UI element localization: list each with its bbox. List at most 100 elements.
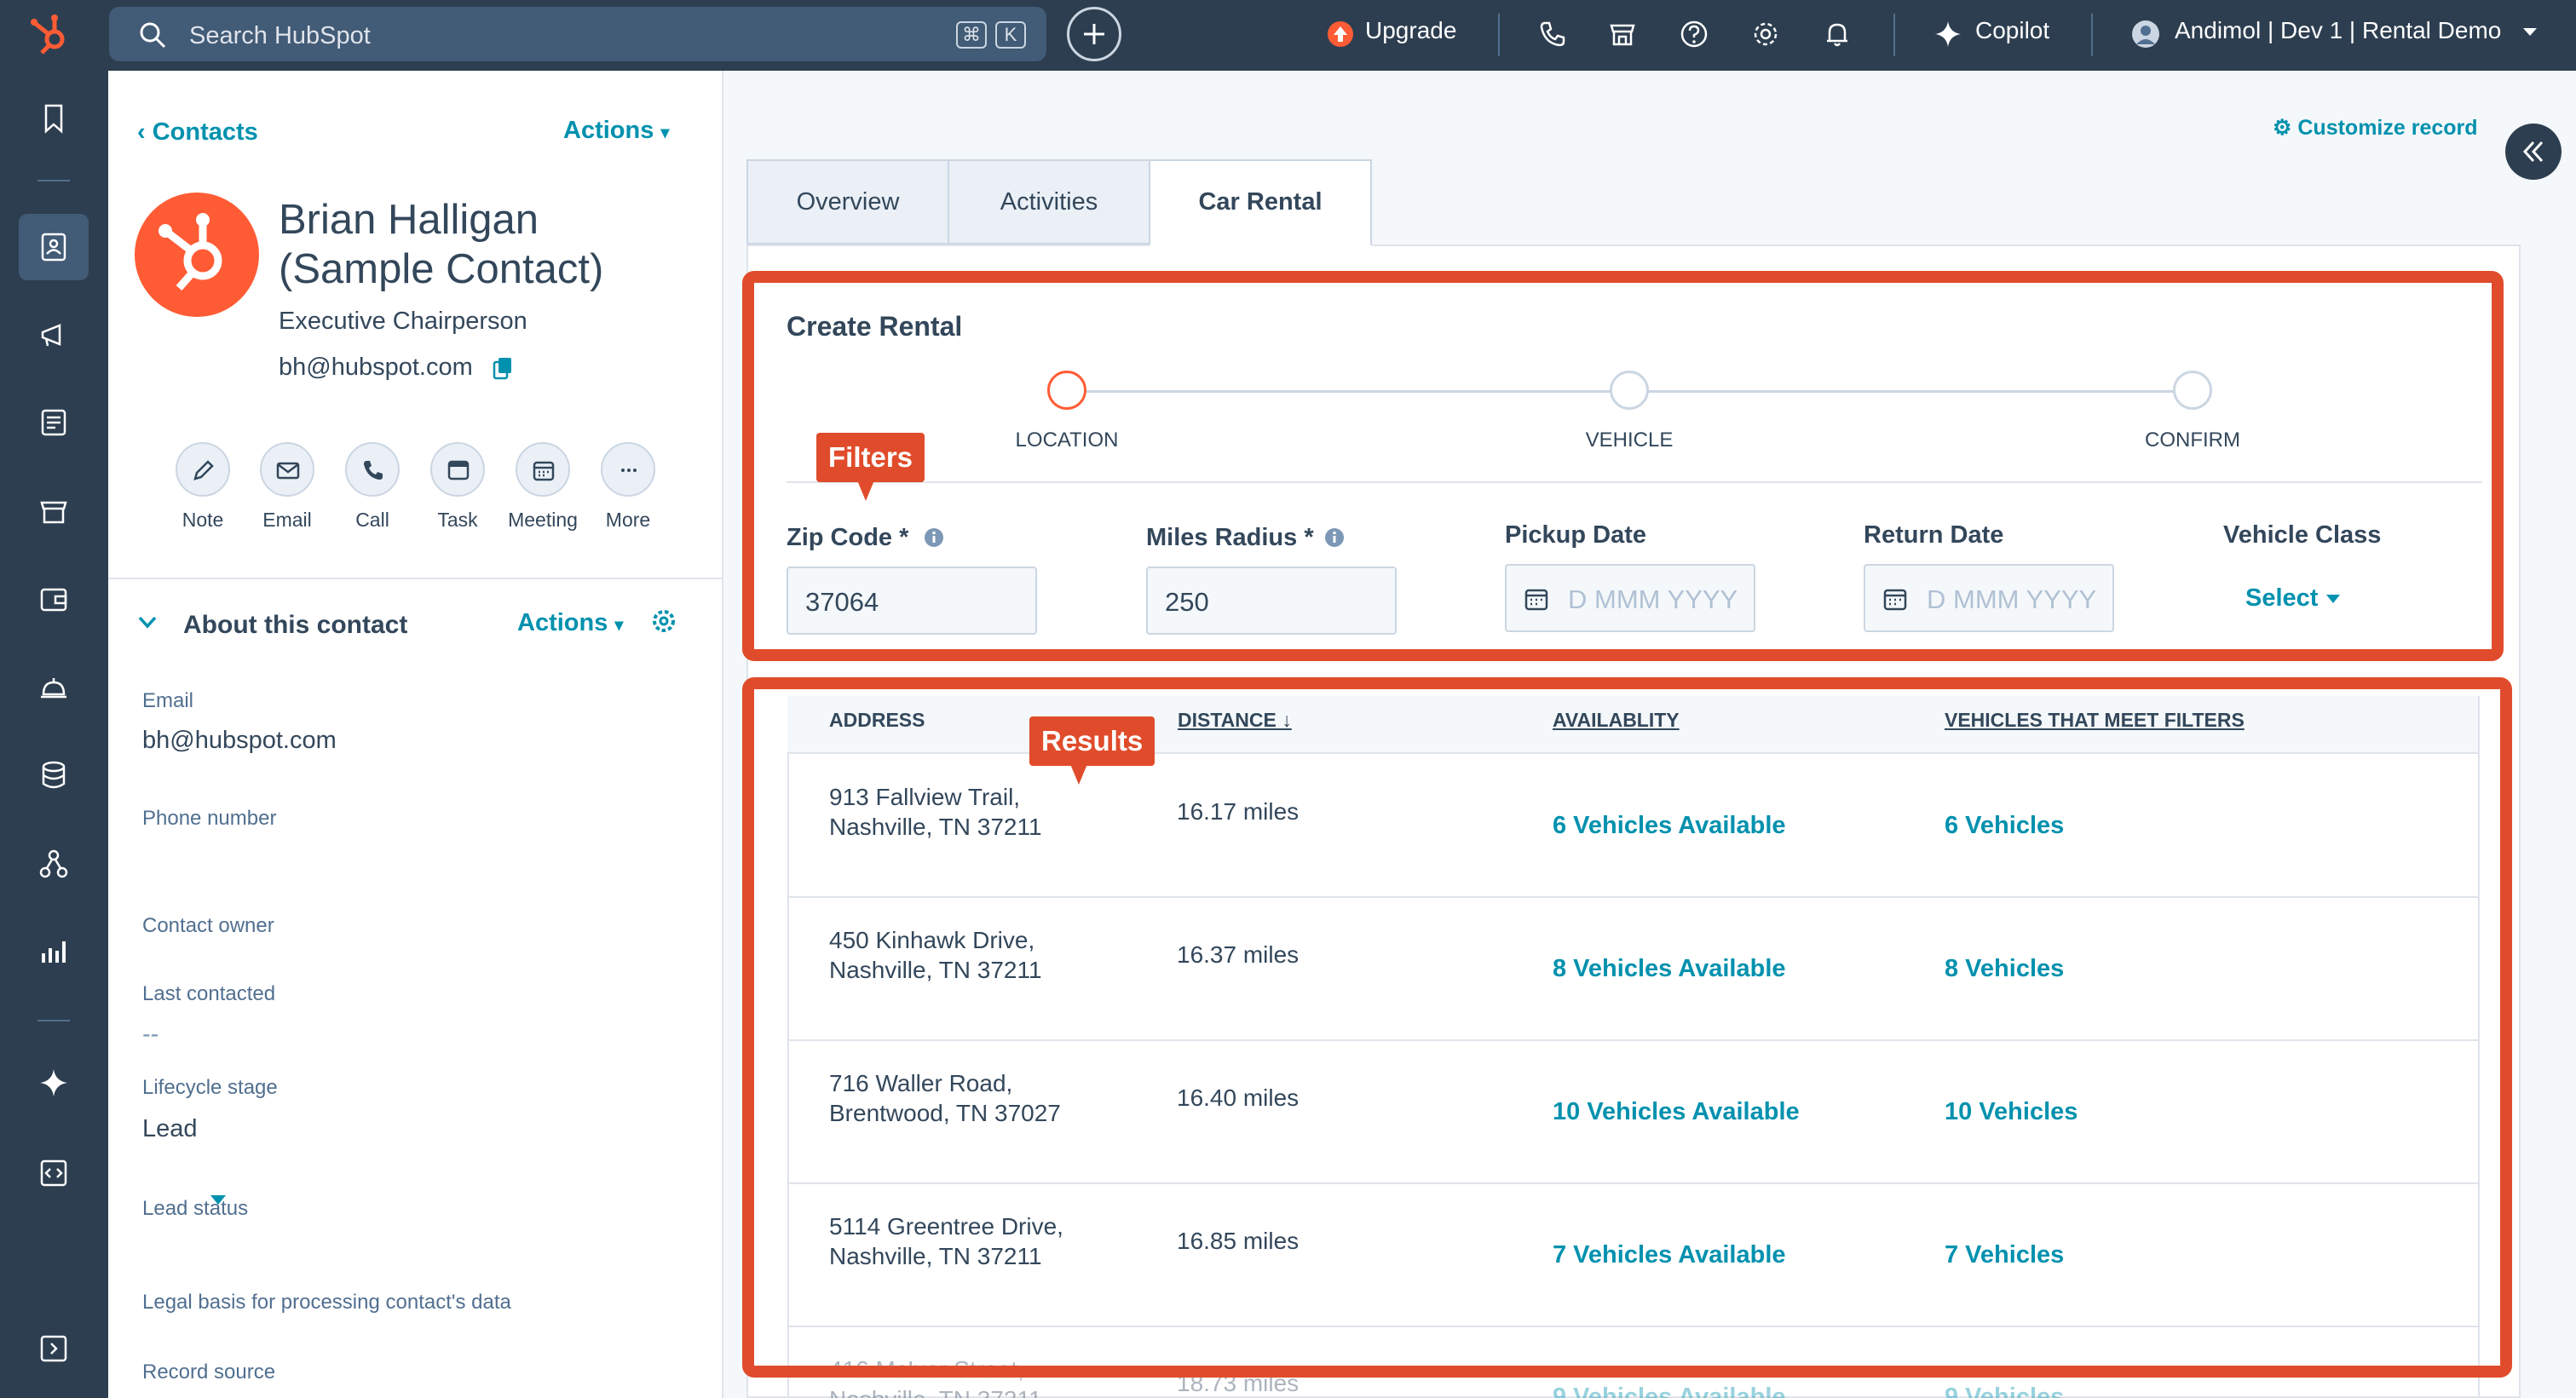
- reporting-bar-chart-icon[interactable]: [37, 935, 71, 969]
- expand-nav-icon[interactable]: [37, 1332, 71, 1366]
- pencil-icon: [193, 460, 214, 480]
- topbar-divider: [2091, 14, 2093, 56]
- service-bell-icon[interactable]: [37, 670, 71, 705]
- customize-record-link[interactable]: ⚙ Customize record: [2273, 115, 2478, 141]
- copy-icon[interactable]: [492, 356, 514, 380]
- search-bar[interactable]: Search HubSpot ⌘ K: [109, 7, 1046, 61]
- automation-icon[interactable]: [37, 847, 71, 881]
- task-label: Task: [437, 509, 478, 531]
- phone-icon[interactable]: [1537, 19, 1568, 49]
- marketplace-icon[interactable]: [1607, 19, 1638, 49]
- property-label-owner: Contact owner: [142, 914, 274, 937]
- meeting-action[interactable]: Meeting: [500, 442, 585, 532]
- copilot-sparkle-icon: [1935, 21, 1961, 47]
- property-label-last-contacted: Last contacted: [142, 982, 276, 1005]
- record-actions-menu[interactable]: Actions ▾: [563, 117, 669, 145]
- top-bar: Search HubSpot ⌘ K Upgrade Copilot Andim…: [0, 0, 2576, 71]
- contact-job-title: Executive Chairperson: [279, 308, 527, 335]
- collapse-sidebar-button[interactable]: [2505, 124, 2562, 180]
- results-callout: Results: [1029, 716, 1155, 785]
- contact-avatar: [135, 193, 259, 317]
- contacts-icon[interactable]: [37, 230, 71, 264]
- callout-tail: [1070, 764, 1087, 785]
- caret-down-icon: ▾: [614, 616, 624, 635]
- topbar-divider: [1498, 14, 1500, 56]
- address-line-2: Nashville, TN 37211: [829, 1384, 1136, 1398]
- caret-down-icon: ▾: [660, 124, 670, 142]
- hubspot-logo-icon[interactable]: [26, 10, 77, 61]
- tab-activities[interactable]: Activities: [948, 159, 1150, 245]
- task-action[interactable]: Task: [415, 442, 500, 532]
- actions-label: Actions: [563, 117, 654, 144]
- topbar-divider: [1893, 14, 1895, 56]
- property-label-phone: Phone number: [142, 807, 277, 830]
- more-label: More: [605, 509, 651, 531]
- more-action[interactable]: More: [585, 442, 671, 532]
- about-actions-menu[interactable]: Actions ▾: [517, 609, 623, 637]
- back-to-contacts-link[interactable]: ‹ Contacts: [137, 118, 258, 147]
- notifications-bell-icon[interactable]: [1822, 19, 1853, 49]
- availability-link[interactable]: 9 Vehicles Available: [1553, 1384, 1786, 1398]
- property-label-email: Email: [142, 689, 194, 712]
- back-label: Contacts: [152, 118, 258, 146]
- callout-tail: [857, 480, 874, 501]
- kbd-command: ⌘: [956, 21, 987, 49]
- help-icon[interactable]: [1679, 19, 1709, 49]
- filters-highlight-box: [742, 271, 2504, 661]
- ai-sparkle-icon[interactable]: [37, 1066, 71, 1100]
- property-label-lifecycle: Lifecycle stage: [142, 1076, 278, 1099]
- results-highlight-box: [742, 677, 2512, 1378]
- email-label: Email: [262, 509, 312, 531]
- call-action[interactable]: Call: [330, 442, 415, 532]
- tab-overview[interactable]: Overview: [746, 159, 949, 245]
- results-callout-label: Results: [1041, 725, 1144, 757]
- property-label-record-source: Record source: [142, 1361, 276, 1384]
- email-action[interactable]: Email: [245, 442, 330, 532]
- contact-name: Brian Halligan (Sample Contact): [279, 197, 604, 292]
- contact-sidebar: ‹ Contacts Actions ▾ Brian Halligan (Sam…: [108, 71, 723, 1398]
- plus-icon: [1084, 24, 1104, 44]
- create-plus-button[interactable]: [1067, 7, 1121, 61]
- marketing-megaphone-icon[interactable]: [37, 318, 71, 352]
- content-icon[interactable]: [37, 406, 71, 440]
- contact-email: bh@hubspot.com: [279, 354, 473, 381]
- property-value-email[interactable]: bh@hubspot.com: [142, 727, 337, 755]
- customize-label: Customize record: [2297, 116, 2478, 140]
- nav-divider: [37, 1020, 70, 1021]
- upgrade-button[interactable]: Upgrade: [1365, 17, 1456, 44]
- settings-gear-icon[interactable]: [1750, 19, 1781, 49]
- settings-gear-icon[interactable]: [650, 607, 677, 635]
- about-section-title[interactable]: About this contact: [183, 611, 407, 640]
- property-label-legal-basis: Legal basis for processing contact's dat…: [142, 1291, 511, 1314]
- account-menu[interactable]: Andimol | Dev 1 | Rental Demo: [2175, 17, 2501, 44]
- about-actions-label: Actions: [517, 609, 608, 636]
- note-action[interactable]: Note: [160, 442, 245, 532]
- chevron-down-icon: [2523, 28, 2537, 36]
- bookmarks-icon[interactable]: [37, 101, 71, 135]
- lifecycle-stage-dropdown[interactable]: Lead: [142, 1115, 198, 1143]
- note-label: Note: [182, 509, 224, 531]
- tab-car-rental[interactable]: Car Rental: [1149, 159, 1372, 246]
- developer-code-icon[interactable]: [37, 1156, 71, 1190]
- phone-icon: [364, 461, 383, 480]
- calendar-icon: [533, 461, 555, 481]
- section-divider: [108, 578, 722, 579]
- data-database-icon[interactable]: [37, 758, 71, 792]
- task-icon: [447, 460, 470, 480]
- chevron-down-icon[interactable]: [135, 610, 159, 634]
- account-avatar: [2132, 20, 2159, 48]
- envelope-icon: [276, 462, 300, 480]
- hubspot-sprocket-icon: [158, 213, 222, 291]
- property-value-last-contacted: --: [142, 1021, 159, 1048]
- nav-divider: [37, 180, 70, 181]
- property-label-lead-status: Lead status: [142, 1197, 249, 1220]
- filters-callout: Filters: [816, 433, 925, 501]
- upgrade-icon: [1328, 21, 1353, 47]
- copilot-button[interactable]: Copilot: [1975, 17, 2049, 44]
- call-label: Call: [355, 509, 389, 531]
- commerce-store-icon[interactable]: [37, 494, 71, 528]
- meeting-label: Meeting: [508, 509, 578, 531]
- vehicles-link[interactable]: 9 Vehicles: [1945, 1384, 2064, 1398]
- sales-wallet-icon[interactable]: [37, 582, 71, 616]
- left-navigation: [0, 71, 108, 1398]
